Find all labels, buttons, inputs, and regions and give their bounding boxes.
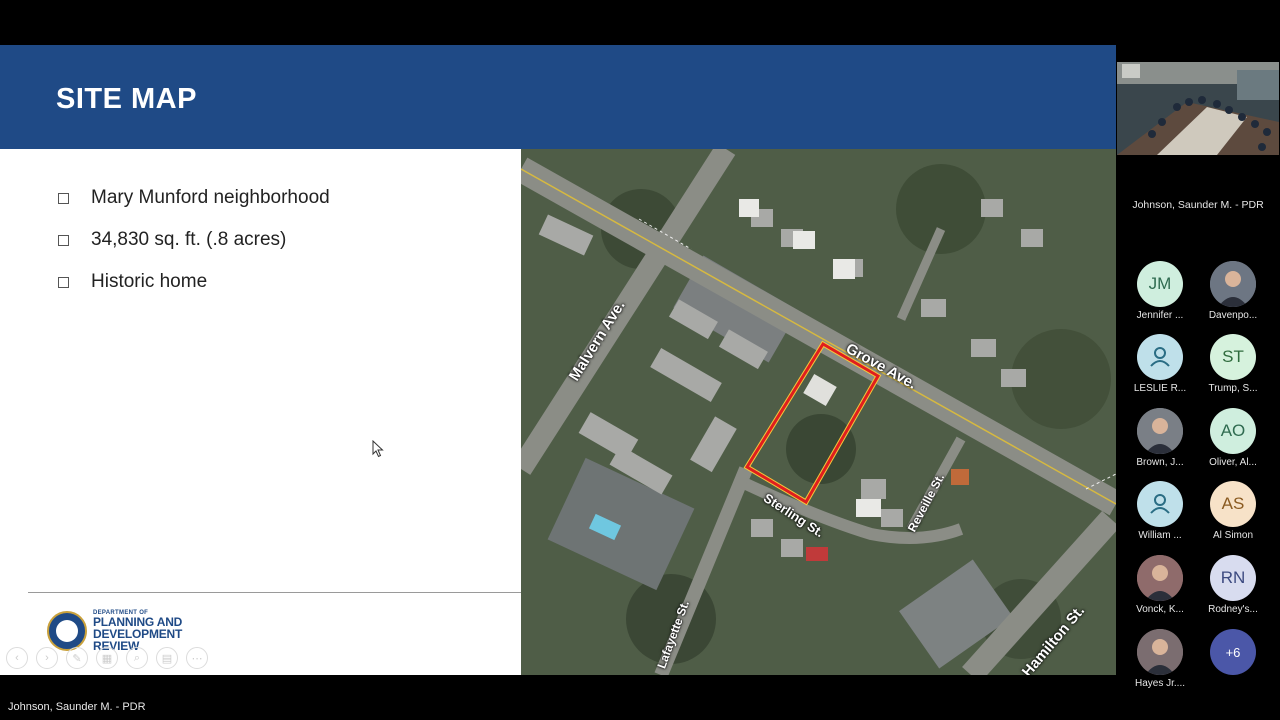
participant-name: Rodney's... xyxy=(1208,604,1258,615)
participant-tile[interactable]: William ... xyxy=(1125,481,1195,541)
participant-name: Jennifer ... xyxy=(1136,310,1184,321)
mouse-cursor-icon xyxy=(372,440,384,458)
bullet-item: Historic home xyxy=(56,261,330,303)
participant-name: LESLIE R... xyxy=(1133,383,1187,394)
participant-name: Trump, S... xyxy=(1208,383,1258,394)
bullet-square-icon xyxy=(58,234,69,246)
avatar-initials: AO xyxy=(1210,408,1256,454)
participant-tile[interactable]: Davenpo... xyxy=(1198,261,1268,321)
participant-name: Vonck, K... xyxy=(1136,604,1184,615)
bullet-item: 34,830 sq. ft. (.8 acres) xyxy=(56,219,330,261)
bullet-list: Mary Munford neighborhood 34,830 sq. ft.… xyxy=(56,177,330,303)
participant-tile[interactable]: ST Trump, S... xyxy=(1198,334,1268,394)
next-slide-icon[interactable]: › xyxy=(36,647,58,669)
participant-name: Oliver, Al... xyxy=(1209,457,1257,468)
aerial-site-map: Malvern Ave. Grove Ave. Reveille St. Ste… xyxy=(521,149,1116,675)
slide-header: SITE MAP xyxy=(0,45,1116,149)
subtitles-icon[interactable]: ▤ xyxy=(156,647,178,669)
participant-tile[interactable]: AS Al Simon xyxy=(1198,481,1268,541)
pdr-logo: DEPARTMENT OF PLANNING AND DEVELOPMENT R… xyxy=(47,610,182,652)
avatar-initials: ST xyxy=(1210,334,1256,380)
participant-photo-avatar xyxy=(1210,261,1256,307)
participant-tile[interactable]: JM Jennifer ... xyxy=(1125,261,1195,321)
participant-name: Brown, J... xyxy=(1136,457,1184,468)
shared-slide: SITE MAP Mary Munford neighborhood 34,83… xyxy=(0,45,1116,675)
avatar-initials: AS xyxy=(1210,481,1256,527)
participant-name: Hayes Jr.... xyxy=(1134,678,1185,689)
avatar-initials: RN xyxy=(1210,555,1256,601)
bullet-square-icon xyxy=(58,192,69,204)
presenter-name-label: Johnson, Saunder M. - PDR xyxy=(8,701,146,713)
more-participants-button[interactable]: +6 xyxy=(1198,629,1268,675)
overflow-count: +6 xyxy=(1210,629,1256,675)
participant-tile[interactable]: Brown, J... xyxy=(1125,408,1195,468)
participant-tile[interactable]: Hayes Jr.... xyxy=(1125,629,1195,689)
participant-name: Davenpo... xyxy=(1208,310,1258,321)
participant-tile[interactable]: RN Rodney's... xyxy=(1198,555,1268,615)
participant-photo-avatar xyxy=(1137,629,1183,675)
aerial-map-image xyxy=(521,149,1116,675)
bullet-item: Mary Munford neighborhood xyxy=(56,177,330,219)
pen-icon[interactable]: ✎ xyxy=(66,647,88,669)
participant-photo-avatar xyxy=(1137,555,1183,601)
person-icon xyxy=(1137,334,1183,380)
participant-name: Al Simon xyxy=(1212,530,1253,541)
slide-title: SITE MAP xyxy=(56,83,197,115)
participant-photo-avatar xyxy=(1137,408,1183,454)
bullet-square-icon xyxy=(58,276,69,288)
slides-grid-icon[interactable]: ▦ xyxy=(96,647,118,669)
participant-tile[interactable]: AO Oliver, Al... xyxy=(1198,408,1268,468)
more-options-icon[interactable]: ⋯ xyxy=(186,647,208,669)
room-video-frame xyxy=(1117,62,1279,155)
participant-tile[interactable]: Vonck, K... xyxy=(1125,555,1195,615)
slide-controls: ‹ › ✎ ▦ ⌕ ▤ ⋯ xyxy=(6,647,208,669)
zoom-icon[interactable]: ⌕ xyxy=(126,647,148,669)
avatar-initials: JM xyxy=(1137,261,1183,307)
person-icon xyxy=(1137,481,1183,527)
meeting-room-video[interactable] xyxy=(1117,62,1279,155)
city-seal-icon xyxy=(47,611,87,651)
room-name-label: Johnson, Saunder M. - PDR xyxy=(1132,199,1264,211)
participant-name: William ... xyxy=(1138,530,1182,541)
previous-slide-icon[interactable]: ‹ xyxy=(6,647,28,669)
footer-divider xyxy=(28,592,521,593)
participant-tile[interactable]: LESLIE R... xyxy=(1125,334,1195,394)
